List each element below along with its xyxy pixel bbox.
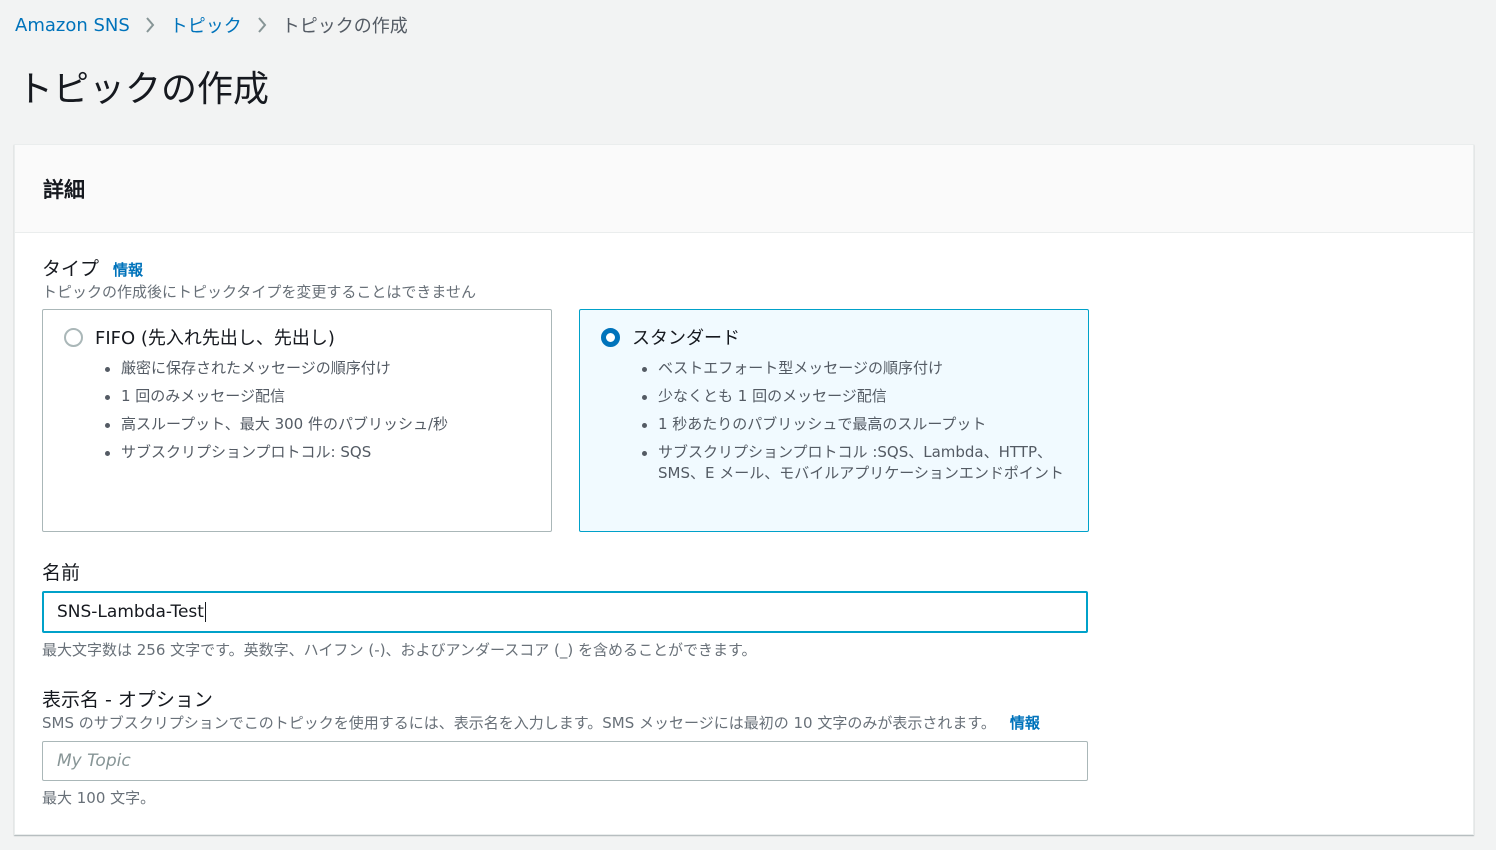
panel-title: 詳細	[43, 177, 85, 202]
breadcrumb-link-topics[interactable]: トピック	[170, 12, 242, 38]
tile-head: スタンダード	[601, 324, 740, 350]
type-label: タイプ	[42, 258, 100, 280]
option-title: FIFO (先入れ先出し、先出し)	[95, 328, 335, 349]
list-item: 1 回のみメッセージ配信	[101, 386, 541, 407]
display-name-description-row: SMS のサブスクリプションでこのトピックを使用するには、表示名を入力します。S…	[42, 712, 1040, 733]
type-option-fifo[interactable]: FIFO (先入れ先出し、先出し) 厳密に保存されたメッセージの順序付け 1 回…	[42, 309, 552, 532]
name-hint: 最大文字数は 256 文字です。英数字、ハイフン (-)、およびアンダースコア …	[42, 641, 757, 659]
display-name-placeholder: My Topic	[57, 751, 131, 771]
list-item: 少なくとも 1 回のメッセージ配信	[638, 386, 1078, 407]
display-name-description: SMS のサブスクリプションでこのトピックを使用するには、表示名を入力します。S…	[42, 714, 996, 732]
radio-button-icon[interactable]	[601, 327, 620, 347]
name-input-value: SNS-Lambda-Test	[57, 602, 204, 622]
chevron-right-icon	[145, 17, 155, 33]
radio-button-icon[interactable]	[64, 327, 83, 347]
list-item: ベストエフォート型メッセージの順序付け	[638, 358, 1078, 379]
breadcrumb-current: トピックの作成	[281, 16, 408, 37]
chevron-right-icon	[257, 17, 267, 33]
text-caret	[204, 602, 206, 622]
list-item: 1 秒あたりのパブリッシュで最高のスループット	[638, 414, 1078, 435]
list-item: サブスクリプションプロトコル :SQS、Lambda、HTTP、SMS、E メー…	[638, 442, 1078, 484]
type-description: トピックの作成後にトピックタイプを変更することはできません	[42, 283, 476, 301]
type-info-link[interactable]: 情報	[113, 259, 143, 280]
display-name-input[interactable]: My Topic	[42, 741, 1088, 781]
breadcrumb-link-sns[interactable]: Amazon SNS	[15, 15, 130, 36]
page-title: トピックの作成	[17, 69, 270, 110]
tile-head: FIFO (先入れ先出し、先出し)	[64, 324, 335, 350]
display-name-label-row: 表示名 - オプション	[42, 685, 213, 712]
list-item: 厳密に保存されたメッセージの順序付け	[101, 358, 541, 379]
name-label-row: 名前	[42, 558, 80, 585]
list-item: サブスクリプションプロトコル: SQS	[101, 442, 541, 463]
details-panel: 詳細 タイプ 情報 トピックの作成後にトピックタイプを変更することはできません …	[14, 144, 1474, 835]
display-name-label: 表示名 - オプション	[42, 689, 213, 711]
display-name-info-link[interactable]: 情報	[1010, 712, 1040, 733]
type-label-row: タイプ 情報	[42, 254, 143, 281]
breadcrumb: Amazon SNS トピック トピックの作成	[15, 12, 408, 38]
feature-list: 厳密に保存されたメッセージの順序付け 1 回のみメッセージ配信 高スループット、…	[101, 358, 541, 470]
type-option-standard[interactable]: スタンダード ベストエフォート型メッセージの順序付け 少なくとも 1 回のメッセ…	[579, 309, 1089, 532]
display-name-hint: 最大 100 文字。	[42, 789, 156, 807]
name-label: 名前	[42, 562, 81, 584]
panel-header: 詳細	[15, 145, 1473, 233]
name-input[interactable]: SNS-Lambda-Test	[42, 591, 1088, 633]
list-item: 高スループット、最大 300 件のパブリッシュ/秒	[101, 414, 541, 435]
option-title: スタンダード	[632, 328, 740, 349]
feature-list: ベストエフォート型メッセージの順序付け 少なくとも 1 回のメッセージ配信 1 …	[638, 358, 1078, 491]
